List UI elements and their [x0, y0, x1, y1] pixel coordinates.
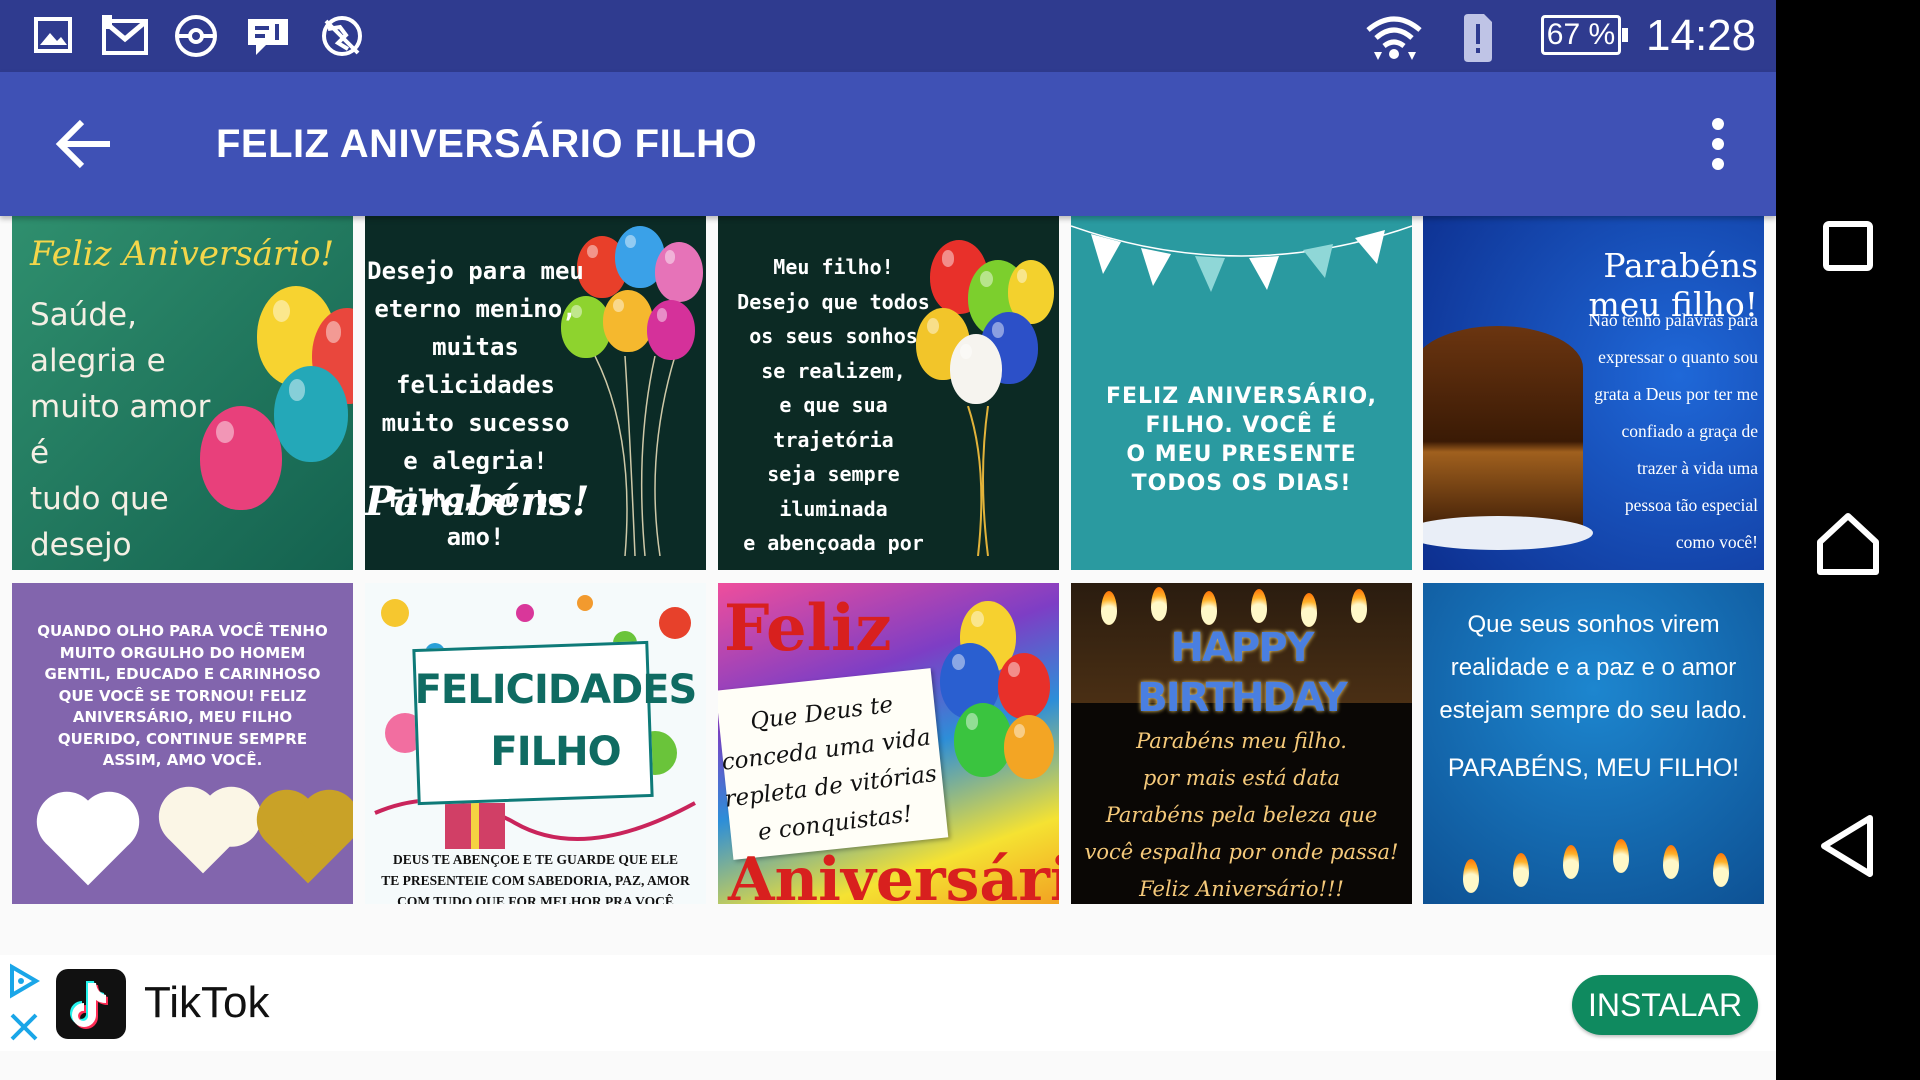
install-button[interactable]: INSTALAR [1572, 975, 1758, 1035]
ad-choices-icon[interactable] [6, 963, 42, 999]
flame-icon [1201, 591, 1217, 625]
heart-shape [45, 800, 131, 886]
balloon-shape [603, 290, 653, 352]
pokeball-icon [175, 15, 217, 57]
gmail-icon [102, 15, 148, 55]
balloon-shape [274, 366, 348, 462]
home-icon[interactable] [1808, 504, 1888, 584]
balloon-shape [647, 300, 695, 360]
clock: 14:28 [1646, 11, 1757, 60]
arrow-left-icon[interactable] [44, 108, 124, 180]
card-heading: PARABÉNS, MEU FILHO! [1447, 754, 1740, 782]
battery-indicator: 67 % [1541, 15, 1628, 55]
card-heading: HAPPY BIRTHDAY [1137, 625, 1347, 721]
card-heading: FELICIDADES FILHO [414, 667, 698, 775]
card-image[interactable]: FELICIDADES FILHO DEUS TE ABENÇOE E TE G… [365, 583, 706, 904]
card-footer: Aniversário [728, 845, 1059, 904]
card-image[interactable]: HAPPY BIRTHDAY Parabéns meu filho. por m… [1071, 583, 1412, 904]
flame-icon [1513, 853, 1529, 887]
card-text: QUANDO OLHO PARA VOCÊ TENHO MUITO ORGULH… [37, 622, 328, 769]
flame-icon [1613, 839, 1629, 873]
flame-icon [1101, 591, 1117, 625]
card-image[interactable]: Meu filho! Desejo que todos os seus sonh… [718, 216, 1059, 570]
navigation-bar [1776, 0, 1920, 1080]
status-bar: 67 % 14:28 [0, 0, 1776, 72]
flame-icon [1301, 593, 1317, 627]
no-location-icon [322, 16, 362, 56]
flame-icon [1251, 589, 1267, 623]
balloon-shape [954, 703, 1012, 777]
card-text: Que seus sonhos virem realidade e a paz … [1439, 611, 1748, 724]
wifi-icon [1366, 16, 1422, 60]
card-text: Saúde, alegria e muito amor é tudo que d… [30, 297, 211, 563]
back-triangle-icon[interactable] [1808, 806, 1888, 886]
heart-shape [265, 798, 351, 884]
flame-icon [1563, 845, 1579, 879]
card-text: DEUS TE ABENÇOE E TE GUARDE QUE ELE TE P… [381, 852, 690, 904]
card-text: Parabéns meu filho. por mais está data P… [1084, 729, 1399, 901]
balloon-shape [950, 334, 1002, 404]
card-signature: Parabéns! [365, 478, 590, 525]
alert-sim-icon [1464, 14, 1492, 62]
card-image[interactable]: Feliz Aniversário! Saúde, alegria e muit… [12, 216, 353, 570]
flame-icon [1151, 587, 1167, 621]
card-image[interactable]: Feliz Que Deus te conceda uma vida reple… [718, 583, 1059, 904]
card-text: Não tenho palavras para expressar o quan… [1588, 310, 1758, 552]
card-image[interactable]: Desejo para meu eterno menino, muitas fe… [365, 216, 706, 570]
card-text: FELIZ ANIVERSÁRIO, FILHO. VOCÊ É O MEU P… [1105, 384, 1378, 496]
card-image[interactable]: Parabéns meu filho! Não tenho palavras p… [1423, 216, 1764, 570]
flame-icon [1713, 853, 1729, 887]
card-heading: Feliz [724, 591, 892, 666]
card-image[interactable]: FELIZ ANIVERSÁRIO, FILHO. VOCÊ É O MEU P… [1071, 216, 1412, 570]
card-image[interactable]: Que seus sonhos virem realidade e a paz … [1423, 583, 1764, 904]
close-icon[interactable] [8, 1011, 40, 1043]
message-icon [248, 19, 288, 55]
gallery-icon [34, 17, 72, 53]
card-image[interactable]: QUANDO OLHO PARA VOCÊ TENHO MUITO ORGULH… [12, 583, 353, 904]
recents-icon[interactable] [1808, 206, 1888, 286]
page-title: FELIZ ANIVERSÁRIO FILHO [216, 122, 758, 166]
balloon-shape [1004, 715, 1054, 779]
flame-icon [1663, 845, 1679, 879]
card-heading: Feliz Aniversário! [30, 234, 335, 274]
bunting-decoration [1071, 225, 1412, 292]
cake-shape [1423, 326, 1583, 536]
app-toolbar: FELIZ ANIVERSÁRIO FILHO [0, 72, 1776, 216]
ad-app-name[interactable]: TikTok [144, 977, 270, 1029]
flame-icon [1351, 589, 1367, 623]
balloon-strings [967, 406, 989, 556]
card-text: Que Deus te conceda uma vida repleta de … [720, 691, 939, 846]
tiktok-logo-icon[interactable] [56, 969, 126, 1039]
heart-shape [167, 802, 239, 874]
flame-icon [1463, 859, 1479, 893]
more-vert-icon[interactable] [1690, 108, 1746, 180]
card-text: Meu filho! Desejo que todos os seus sonh… [737, 255, 930, 570]
image-grid: Feliz Aniversário! Saúde, alegria e muit… [0, 216, 1776, 904]
ad-banner[interactable]: TikTok INSTALAR [0, 955, 1776, 1051]
balloon-shape [655, 242, 703, 302]
balloon-strings [594, 356, 676, 556]
